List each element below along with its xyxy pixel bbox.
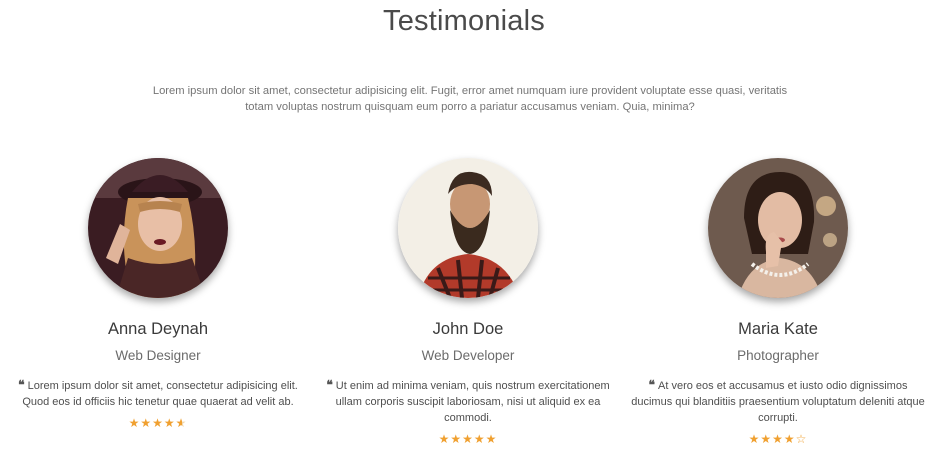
avatar: [398, 158, 538, 298]
avatar: [708, 158, 848, 298]
quote-left-icon: ❝: [648, 378, 655, 392]
testimonial-quote: ❝ Ut enim ad minima veniam, quis nostrum …: [320, 377, 616, 426]
testimonial-name: Anna Deynah: [108, 320, 208, 338]
avatar-photo-bearded-man: [398, 158, 538, 298]
testimonial-quote: ❝ At vero eos et accusamus et iusto odio …: [630, 377, 926, 426]
rating-stars: ★★★★★: [3, 415, 313, 431]
star-icon: ★: [128, 416, 141, 430]
star-half-icon: ★: [176, 415, 188, 431]
star-icon: ★: [485, 432, 498, 446]
testimonial-role: Web Designer: [115, 348, 201, 363]
testimonial-quote: ❝ Lorem ipsum dolor sit amet, consectetur…: [10, 377, 306, 410]
section-title: Testimonials: [383, 5, 545, 37]
star-icon: ★: [760, 432, 773, 446]
star-empty-icon: ☆: [795, 432, 808, 446]
avatar: [88, 158, 228, 298]
star-icon: ★: [783, 432, 796, 446]
avatar-photo-woman-hat: [88, 158, 228, 298]
star-icon: ★: [473, 432, 486, 446]
quote-left-icon: ❝: [326, 378, 333, 392]
quote-left-icon: ❝: [18, 378, 25, 392]
star-icon: ★: [772, 432, 784, 446]
star-icon: ★: [163, 416, 176, 430]
testimonial-card: Anna Deynah Web Designer ❝ Lorem ipsum do…: [3, 155, 313, 431]
testimonial-quote-text: At vero eos et accusamus et iusto odio d…: [631, 380, 925, 424]
rating-stars: ★★★★☆: [623, 431, 928, 447]
section-intro: Lorem ipsum dolor sit amet, consectetur …: [152, 85, 788, 113]
rating-stars: ★★★★★: [313, 431, 623, 447]
testimonial-role: Web Developer: [421, 348, 515, 363]
avatar-photo-woman-pearls: [708, 158, 848, 298]
testimonial-name: Maria Kate: [738, 320, 818, 338]
star-icon: ★: [152, 416, 164, 430]
testimonial-role: Photographer: [737, 348, 819, 363]
testimonial-quote-text: Ut enim ad minima veniam, quis nostrum e…: [335, 380, 610, 424]
testimonial-card: Maria Kate Photographer ❝ At vero eos et …: [623, 155, 928, 447]
star-icon: ★: [450, 432, 463, 446]
testimonial-quote-text: Lorem ipsum dolor sit amet, consectetur …: [22, 380, 298, 408]
star-icon: ★: [748, 432, 761, 446]
star-icon: ★: [438, 432, 451, 446]
testimonial-card: John Doe Web Developer ❝ Ut enim ad minim…: [313, 155, 623, 447]
star-icon: ★: [140, 416, 153, 430]
star-icon: ★: [462, 432, 474, 446]
testimonial-name: John Doe: [432, 320, 504, 338]
